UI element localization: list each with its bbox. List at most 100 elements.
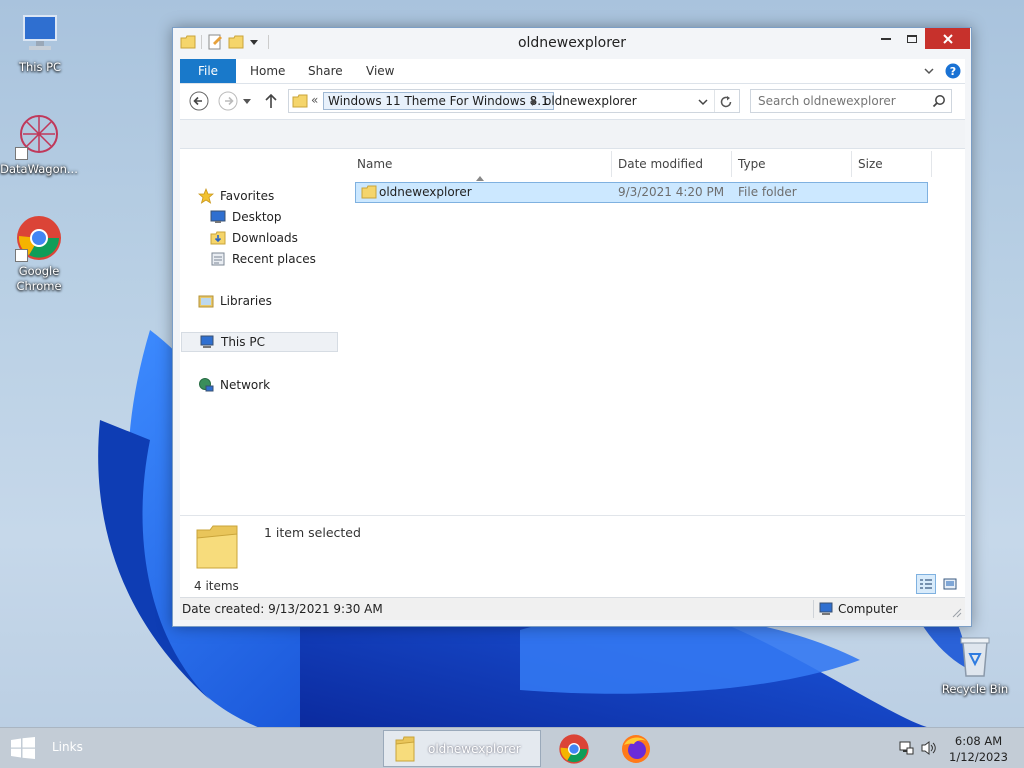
close-button[interactable] <box>925 28 970 49</box>
nav-item-libraries[interactable]: Libraries <box>198 291 272 311</box>
recycle-bin-icon <box>951 632 999 680</box>
recent-locations-button[interactable] <box>240 90 254 112</box>
column-separator[interactable] <box>851 151 852 177</box>
clock-time: 6:08 AM <box>954 734 1003 748</box>
forward-arrow-icon <box>218 91 238 111</box>
file-type: File folder <box>738 185 797 199</box>
title-bar[interactable]: oldnewexplorer <box>173 28 971 59</box>
large-icons-view-icon <box>943 578 957 590</box>
start-button[interactable] <box>10 737 38 761</box>
navigation-pane: Favorites Desktop Downloads Recent place… <box>180 149 338 515</box>
column-separator[interactable] <box>611 151 612 177</box>
large-icons-view-button[interactable] <box>940 574 960 594</box>
large-folder-icon <box>196 525 238 569</box>
taskbar-item-chrome[interactable] <box>556 732 592 766</box>
expand-ribbon-icon[interactable] <box>923 65 935 77</box>
taskbar-item-oldnewexplorer[interactable]: oldnewexplorer <box>383 730 541 767</box>
svg-text:?: ? <box>950 65 956 78</box>
desktop-icon-label: Recycle Bin <box>941 682 1009 696</box>
tab-share[interactable]: Share <box>308 59 343 83</box>
libraries-icon <box>198 295 214 308</box>
taskbar-item-label: oldnewexplorer <box>428 742 521 756</box>
table-row[interactable]: oldnewexplorer 9/3/2021 4:20 PM File fol… <box>355 182 928 203</box>
minimize-button[interactable] <box>873 28 899 49</box>
search-box[interactable] <box>750 89 952 113</box>
nav-item-label: Network <box>220 378 271 392</box>
breadcrumb-current[interactable]: oldnewexplorer <box>544 94 637 108</box>
tab-home[interactable]: Home <box>250 59 285 83</box>
column-separator[interactable] <box>731 151 732 177</box>
explorer-window: oldnewexplorer File Home Share View ? « … <box>172 27 972 627</box>
network-tray-icon[interactable] <box>898 740 914 756</box>
breadcrumb-chevron-icon[interactable] <box>529 96 539 108</box>
clock-date: 1/12/2023 <box>949 750 1008 764</box>
nav-item-favorites[interactable]: Favorites <box>198 186 274 206</box>
resize-grip-icon[interactable] <box>950 606 962 618</box>
desktop-icon-recycle-bin[interactable]: Recycle Bin <box>935 632 1015 697</box>
chevron-down-icon <box>243 99 251 104</box>
item-count: 4 items <box>194 579 239 593</box>
status-bar: Date created: 9/13/2021 9:30 AM Computer <box>180 597 965 620</box>
back-button[interactable] <box>188 90 210 112</box>
column-header-name[interactable]: Name <box>357 151 607 177</box>
breadcrumb-parent[interactable]: Windows 11 Theme For Windows 8.1 <box>323 92 554 110</box>
separator <box>714 90 715 112</box>
downloads-icon <box>210 231 226 245</box>
tab-view[interactable]: View <box>366 59 394 83</box>
network-icon <box>199 378 214 392</box>
address-dropdown-icon[interactable] <box>697 96 709 108</box>
forward-button[interactable] <box>217 90 239 112</box>
details-pane: 1 item selected 4 items <box>180 515 965 597</box>
up-button[interactable] <box>260 90 282 112</box>
ribbon-tabs: File Home Share View ? <box>180 59 965 83</box>
nav-item-network[interactable]: Network <box>198 375 270 395</box>
shortcut-arrow-icon <box>15 147 28 160</box>
desktop-icon-google-chrome[interactable]: Google Chrome <box>0 214 79 294</box>
desktop-icon-label: DataWagon... <box>0 162 78 176</box>
column-header-date-modified[interactable]: Date modified <box>618 151 728 177</box>
nav-item-this-pc[interactable]: This PC <box>181 332 338 352</box>
column-separator[interactable] <box>931 151 932 177</box>
nav-item-label: Libraries <box>220 294 272 308</box>
nav-item-label: Downloads <box>232 231 298 245</box>
command-bar <box>180 119 965 149</box>
windows-logo-icon <box>11 737 35 759</box>
tab-file[interactable]: File <box>180 59 236 83</box>
system-clock[interactable]: 6:08 AM 1/12/2023 <box>949 733 1008 765</box>
nav-item-label: Desktop <box>232 210 282 224</box>
nav-item-label: Recent places <box>232 252 316 266</box>
address-bar[interactable]: « Windows 11 Theme For Windows 8.1 oldne… <box>288 89 740 113</box>
desktop-icon-datawagon[interactable]: DataWagon... <box>0 112 79 177</box>
breadcrumb-overflow[interactable]: « <box>311 93 318 107</box>
search-icon[interactable] <box>932 94 946 108</box>
nav-item-label: This PC <box>221 335 265 349</box>
file-name: oldnewexplorer <box>379 185 472 199</box>
selection-summary: 1 item selected <box>264 525 361 540</box>
chrome-icon <box>15 214 63 262</box>
column-header-size[interactable]: Size <box>858 151 928 177</box>
content-area: Favorites Desktop Downloads Recent place… <box>180 149 965 515</box>
details-view-icon <box>920 579 932 589</box>
maximize-icon <box>907 34 917 43</box>
desktop-icon-this-pc[interactable]: This PC <box>0 10 80 75</box>
taskbar-item-firefox[interactable] <box>618 732 654 766</box>
volume-tray-icon[interactable] <box>920 740 938 756</box>
computer-icon <box>16 10 64 58</box>
links-toolbar[interactable]: Links <box>52 740 83 754</box>
maximize-button[interactable] <box>899 28 925 49</box>
nav-item-recent-places[interactable]: Recent places <box>210 249 316 269</box>
computer-icon <box>200 335 214 348</box>
refresh-icon[interactable] <box>719 95 733 109</box>
back-arrow-icon <box>189 91 209 111</box>
separator <box>813 600 814 618</box>
column-header-type[interactable]: Type <box>738 151 848 177</box>
help-icon[interactable]: ? <box>945 63 961 79</box>
datawagon-icon <box>15 112 63 160</box>
details-view-button[interactable] <box>916 574 936 594</box>
search-input[interactable] <box>758 93 928 109</box>
window-title: oldnewexplorer <box>517 35 627 51</box>
nav-item-desktop[interactable]: Desktop <box>210 207 282 227</box>
recent-places-icon <box>211 252 225 266</box>
nav-item-downloads[interactable]: Downloads <box>210 228 298 248</box>
taskbar: Links oldnewexplorer 6:08 AM 1/12/2023 <box>0 727 1024 768</box>
